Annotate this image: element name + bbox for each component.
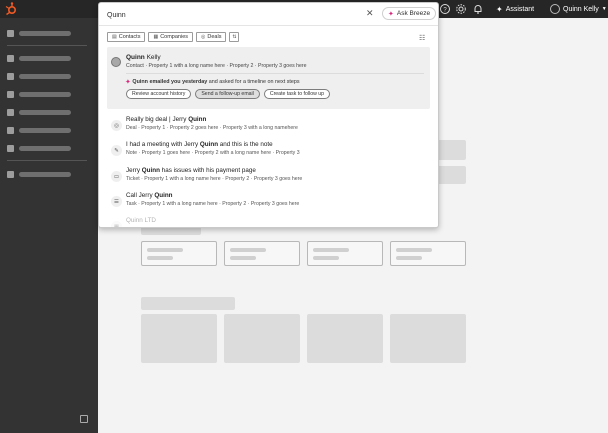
filter-label: Deals <box>207 34 222 40</box>
review-account-history-button[interactable]: Review account history <box>126 89 192 99</box>
divider <box>126 73 424 74</box>
nav-item-icon <box>7 108 14 116</box>
filter-label: Contacts <box>118 34 141 40</box>
search-input[interactable] <box>107 9 357 21</box>
assistant-button[interactable]: ✦ Assistant <box>496 2 534 16</box>
user-menu[interactable]: Quinn Kelly ▼ <box>550 2 607 16</box>
skeleton-tile <box>307 314 383 363</box>
ask-breeze-label: Ask Breeze <box>396 10 431 17</box>
sidebar-item[interactable] <box>7 29 71 37</box>
deal-icon: ◎ <box>111 120 122 131</box>
contact-avatar <box>111 57 121 67</box>
search-bar: ✕ ✦ Ask Breeze <box>99 3 438 26</box>
hubspot-logo-icon[interactable] <box>4 2 18 16</box>
sort-icon: ⇅ <box>232 34 237 40</box>
ai-insight: ✦ Quinn emailed you yesterday and asked … <box>125 79 300 86</box>
skeleton-card <box>224 241 300 266</box>
company-icon: ▦ <box>111 221 122 227</box>
result-title: Jerry Quinn has issues with his payment … <box>126 167 256 174</box>
filter-contacts[interactable]: ▤ Contacts <box>107 32 146 42</box>
sidebar-item[interactable] <box>7 126 71 134</box>
nav-item-icon <box>7 29 14 37</box>
sidebar <box>0 18 98 433</box>
assistant-label: Assistant <box>505 5 535 13</box>
sidebar-item[interactable] <box>7 108 71 116</box>
nav-item-icon <box>7 170 14 178</box>
result-meta: Note · Property 1 goes here · Property 2… <box>126 150 300 156</box>
nav-item-placeholder <box>19 109 71 115</box>
sparkle-icon: ✦ <box>496 4 503 14</box>
contact-icon: ▤ <box>112 34 117 40</box>
skeleton-card <box>307 241 383 266</box>
top-result-card[interactable]: Quinn Kelly Contact · Property 1 with a … <box>107 47 430 109</box>
collapse-sidebar-icon[interactable] <box>80 415 88 423</box>
result-meta: Task · Property 1 with a long name here … <box>126 201 300 207</box>
list-item[interactable]: ▦ Quinn LTD <box>107 216 430 227</box>
close-icon[interactable]: ✕ <box>366 8 374 19</box>
deal-icon: ◎ <box>201 34 206 40</box>
nav-item-icon <box>7 72 14 80</box>
sparkle-icon: ✦ <box>388 10 394 18</box>
sidebar-item[interactable] <box>7 72 71 80</box>
company-icon: ▦ <box>153 34 159 40</box>
help-icon[interactable]: ? <box>439 3 451 15</box>
skeleton-card <box>390 241 466 266</box>
list-item[interactable]: ✎ I had a meeting with Jerry Quinn and t… <box>107 140 430 162</box>
chevron-down-icon: ▼ <box>601 6 607 12</box>
sidebar-divider <box>7 160 87 161</box>
result-title: I had a meeting with Jerry Quinn and thi… <box>126 141 273 148</box>
sidebar-item[interactable] <box>7 90 71 98</box>
top-result-name: Quinn Kelly <box>126 54 161 61</box>
list-item[interactable]: ◎ Really big deal | Jerry Quinn Deal · P… <box>107 115 430 137</box>
nav-item-placeholder <box>19 171 71 177</box>
nav-item-placeholder <box>19 91 71 97</box>
suggested-actions: Review account history Send a follow-up … <box>126 89 331 99</box>
list-item[interactable]: ☰ Call Jerry Quinn Task · Property 1 wit… <box>107 191 430 213</box>
nav-item-placeholder <box>19 55 71 61</box>
sidebar-item[interactable] <box>7 54 71 62</box>
sidebar-item[interactable] <box>7 170 71 178</box>
result-title: Really big deal | Jerry Quinn <box>126 116 207 123</box>
avatar <box>550 4 560 14</box>
search-dialog: ✕ ✦ Ask Breeze ▤ Contacts ▦ Companies ◎ … <box>98 2 439 228</box>
skeleton-card <box>141 241 217 266</box>
filter-label: Companies <box>160 34 189 40</box>
skeleton-heading <box>141 297 235 310</box>
top-result-meta: Contact · Property 1 with a long name he… <box>126 63 307 69</box>
result-meta: Ticket · Property 1 with a long name her… <box>126 176 303 182</box>
skeleton-tile <box>390 314 466 363</box>
result-meta: Deal · Property 1 · Property 2 goes here… <box>126 125 298 131</box>
sort-filter-button[interactable]: ⇅ <box>229 32 240 42</box>
nav-item-placeholder <box>19 30 71 36</box>
nav-item-placeholder <box>19 127 71 133</box>
nav-item-placeholder <box>19 73 71 79</box>
result-title: Quinn LTD <box>126 217 156 224</box>
ask-breeze-button[interactable]: ✦ Ask Breeze <box>382 7 437 20</box>
settings-gear-icon[interactable] <box>455 3 467 15</box>
list-item[interactable]: ▭ Jerry Quinn has issues with his paymen… <box>107 166 430 188</box>
send-follow-up-email-button[interactable]: Send a follow-up email <box>195 89 260 99</box>
sidebar-item[interactable] <box>7 144 71 152</box>
nav-item-placeholder <box>19 145 71 151</box>
sparkle-icon: ✦ <box>125 79 131 86</box>
list-view-icon[interactable]: ☷ <box>419 34 425 42</box>
result-title: Call Jerry Quinn <box>126 192 173 199</box>
ticket-icon: ▭ <box>111 171 122 182</box>
nav-item-icon <box>7 126 14 134</box>
skeleton-tile <box>224 314 300 363</box>
filter-chips: ▤ Contacts ▦ Companies ◎ Deals ⇅ <box>107 32 240 42</box>
sidebar-divider <box>7 45 87 46</box>
nav-item-icon <box>7 90 14 98</box>
svg-text:?: ? <box>443 7 447 13</box>
create-task-button[interactable]: Create task to follow up <box>263 89 331 99</box>
note-icon: ✎ <box>111 145 122 156</box>
skeleton-tile <box>141 314 217 363</box>
filter-deals[interactable]: ◎ Deals <box>196 32 227 42</box>
task-icon: ☰ <box>111 196 122 207</box>
user-name: Quinn Kelly <box>563 5 599 13</box>
filter-companies[interactable]: ▦ Companies <box>148 32 194 42</box>
notifications-bell-icon[interactable] <box>472 3 484 15</box>
nav-item-icon <box>7 144 14 152</box>
nav-item-icon <box>7 54 14 62</box>
